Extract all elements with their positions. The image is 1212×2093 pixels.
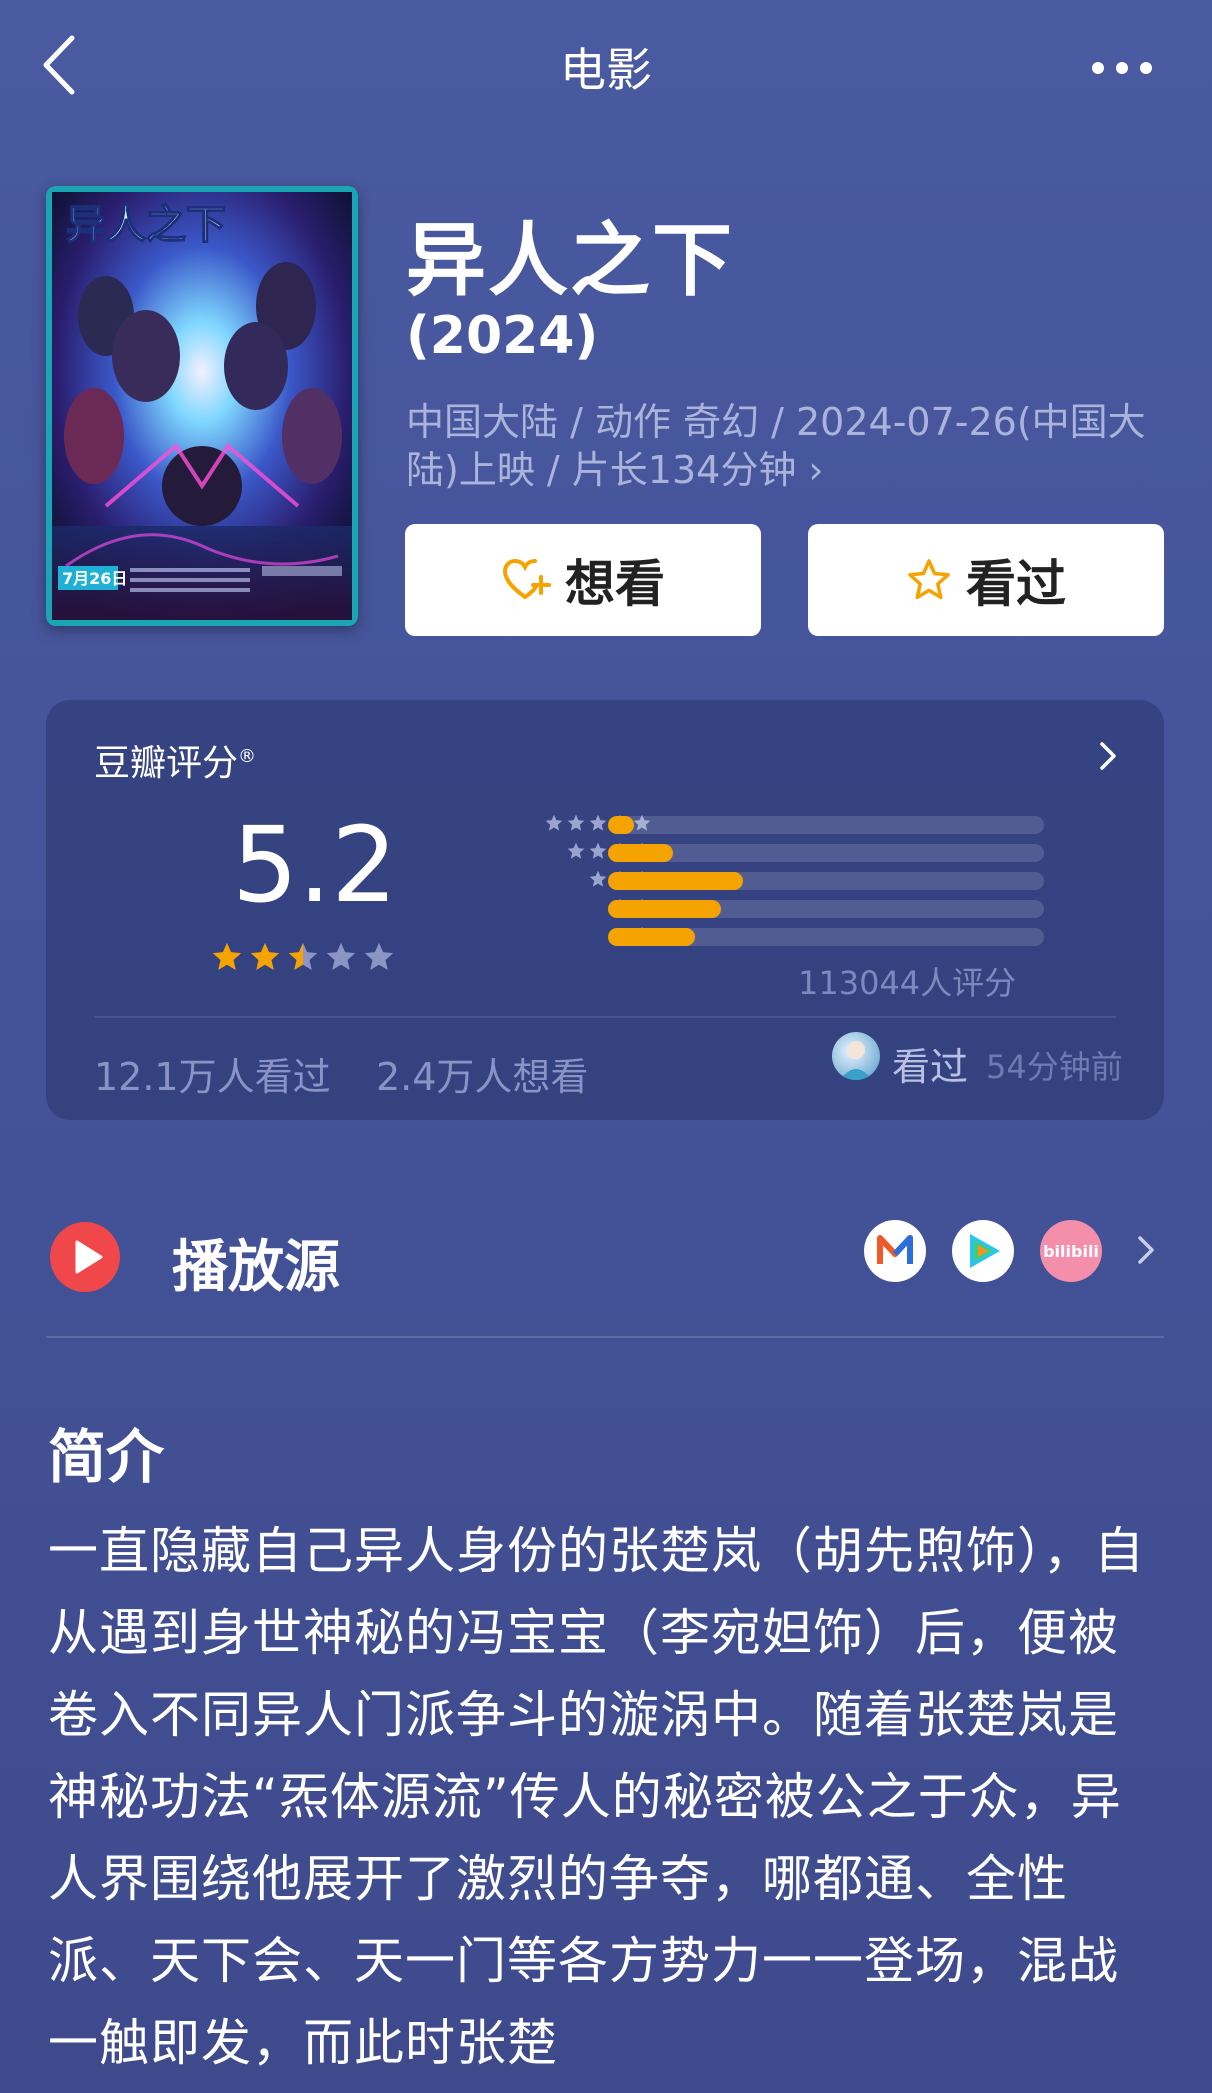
star-icon	[566, 841, 586, 865]
divider	[94, 1016, 1116, 1018]
histogram-bar	[608, 900, 722, 918]
divider	[46, 1336, 1164, 1338]
synopsis-title: 简介	[48, 1423, 165, 1491]
play-source-label: 播放源	[172, 1235, 340, 1300]
bilibili-icon[interactable]: bilibili	[1040, 1220, 1102, 1282]
histogram-bar	[608, 816, 635, 834]
histogram-row	[436, 922, 1044, 950]
histogram-track	[608, 928, 1044, 946]
star-icon	[210, 940, 244, 978]
star-icon	[588, 841, 608, 865]
star-outline-icon	[908, 559, 950, 600]
play-icon	[50, 1222, 120, 1292]
chevron-right-icon[interactable]	[1096, 738, 1120, 774]
histogram-bar	[608, 844, 674, 862]
tencent-video-icon[interactable]	[952, 1220, 1014, 1282]
more-button[interactable]	[1088, 48, 1156, 88]
histogram-row	[436, 866, 1044, 894]
registered-mark: ®	[238, 746, 257, 767]
rating-source-label: 豆瓣评分®	[94, 734, 256, 786]
movie-year: (2024)	[406, 306, 599, 366]
avatar[interactable]	[832, 1032, 880, 1080]
star-icon	[544, 813, 564, 837]
rating-source-text: 豆瓣评分	[94, 743, 239, 784]
rating-histogram	[436, 810, 1044, 950]
watched-button[interactable]: 看过	[808, 524, 1164, 636]
heart-plus-icon	[502, 558, 551, 599]
watched-count: 12.1万人看过	[94, 1055, 331, 1099]
friend-status: 看过	[892, 1045, 969, 1089]
top-bar: 电影	[0, 0, 1212, 130]
star-icon	[286, 940, 320, 978]
rating-card[interactable]: 豆瓣评分® 5.2 113044人评分 12.1万人看过 2.4万人想看 看过 …	[46, 700, 1164, 1120]
movie-title: 异人之下	[406, 214, 734, 307]
synopsis-text: 一直隐藏自己异人身份的张楚岚（胡先煦饰），自从遇到身世神秘的冯宝宝（李宛妲饰）后…	[48, 1522, 1145, 2072]
star-icon	[324, 940, 358, 978]
chevron-right-icon[interactable]	[1134, 1232, 1158, 1268]
want-to-watch-button[interactable]: 想看	[405, 524, 761, 636]
histogram-bar	[608, 928, 696, 946]
star-icon	[248, 940, 282, 978]
bilibili-logo-text: bilibili	[1043, 1241, 1099, 1261]
watched-label: 看过	[966, 555, 1066, 613]
want-to-watch-label: 想看	[565, 555, 665, 613]
mango-tv-icon[interactable]	[864, 1220, 926, 1282]
histogram-track	[608, 872, 1044, 890]
page-title: 电影	[560, 43, 652, 97]
poster-title-text: 异人之下	[66, 202, 226, 248]
more-horizontal-icon	[1092, 62, 1152, 74]
want-count: 2.4万人想看	[376, 1055, 589, 1099]
star-icon	[566, 813, 586, 837]
play-source-row[interactable]: 播放源 bilibili	[46, 1206, 1164, 1314]
poster-date-text: 7月26日	[62, 569, 127, 588]
histogram-bar	[608, 872, 744, 890]
movie-poster[interactable]: 异人之下 7月26日	[46, 186, 358, 626]
histogram-track	[608, 816, 1044, 834]
histogram-track	[608, 900, 1044, 918]
histogram-row	[436, 810, 1044, 838]
poster-image: 异人之下 7月26日	[46, 186, 358, 626]
rating-count: 113044人评分	[798, 964, 1017, 1002]
movie-meta-link[interactable]: 中国大陆 / 动作 奇幻 / 2024-07-26(中国大陆)上映 / 片长13…	[406, 398, 1146, 494]
histogram-row	[436, 838, 1044, 866]
star-icon	[588, 813, 608, 837]
histogram-track	[608, 844, 1044, 862]
friend-time: 54分钟前	[986, 1048, 1123, 1086]
rating-stars	[210, 940, 396, 978]
rating-score: 5.2	[232, 804, 398, 926]
histogram-row	[436, 894, 1044, 922]
star-icon	[588, 869, 608, 893]
star-icon	[362, 940, 396, 978]
